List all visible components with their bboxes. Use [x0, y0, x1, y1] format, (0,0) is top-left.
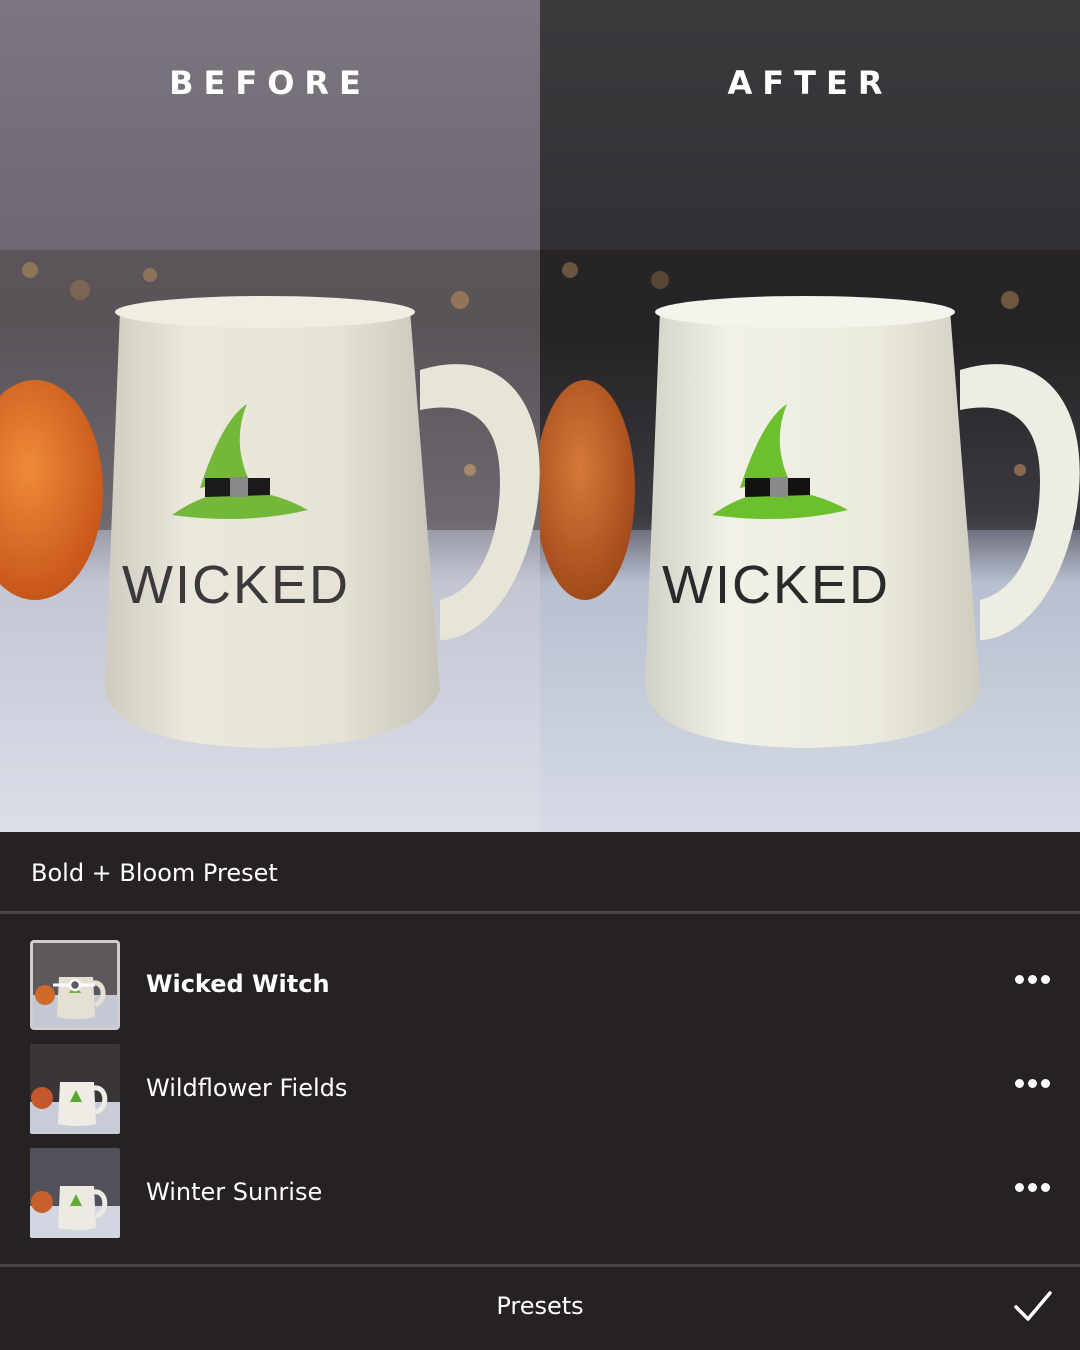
- preset-thumbnail: [30, 940, 120, 1030]
- preset-panel: Bold + Bloom Preset Wicked Witch Wildflo…: [0, 832, 1080, 1350]
- mug-text: WICKED: [662, 555, 890, 615]
- before-label: BEFORE: [169, 64, 371, 102]
- preset-group-title: Bold + Bloom Preset: [31, 859, 278, 887]
- more-options-icon[interactable]: [1007, 1068, 1057, 1098]
- preset-name: Wildflower Fields: [146, 1074, 348, 1102]
- before-photo: WICKED: [0, 0, 540, 832]
- after-photo: WICKED: [540, 0, 1080, 832]
- more-options-icon[interactable]: [1007, 1172, 1057, 1202]
- before-after-comparison: WICKED WICKED BEFORE AFTER: [0, 0, 1080, 832]
- more-options-icon[interactable]: [1007, 964, 1057, 994]
- checkmark-icon[interactable]: [1008, 1287, 1056, 1327]
- after-label: AFTER: [727, 64, 893, 102]
- preset-item-wildflower-fields[interactable]: Wildflower Fields: [0, 1044, 1080, 1134]
- preset-thumbnail: [30, 1148, 120, 1238]
- presets-tab-title: Presets: [496, 1292, 584, 1320]
- preset-item-wicked-witch[interactable]: Wicked Witch: [0, 940, 1080, 1030]
- divider: [0, 911, 1080, 914]
- divider: [0, 1264, 1080, 1267]
- preset-name: Winter Sunrise: [146, 1178, 323, 1206]
- mug-text: WICKED: [122, 555, 350, 615]
- preset-name: Wicked Witch: [146, 970, 330, 998]
- preset-thumbnail: [30, 1044, 120, 1134]
- preset-item-winter-sunrise[interactable]: Winter Sunrise: [0, 1148, 1080, 1238]
